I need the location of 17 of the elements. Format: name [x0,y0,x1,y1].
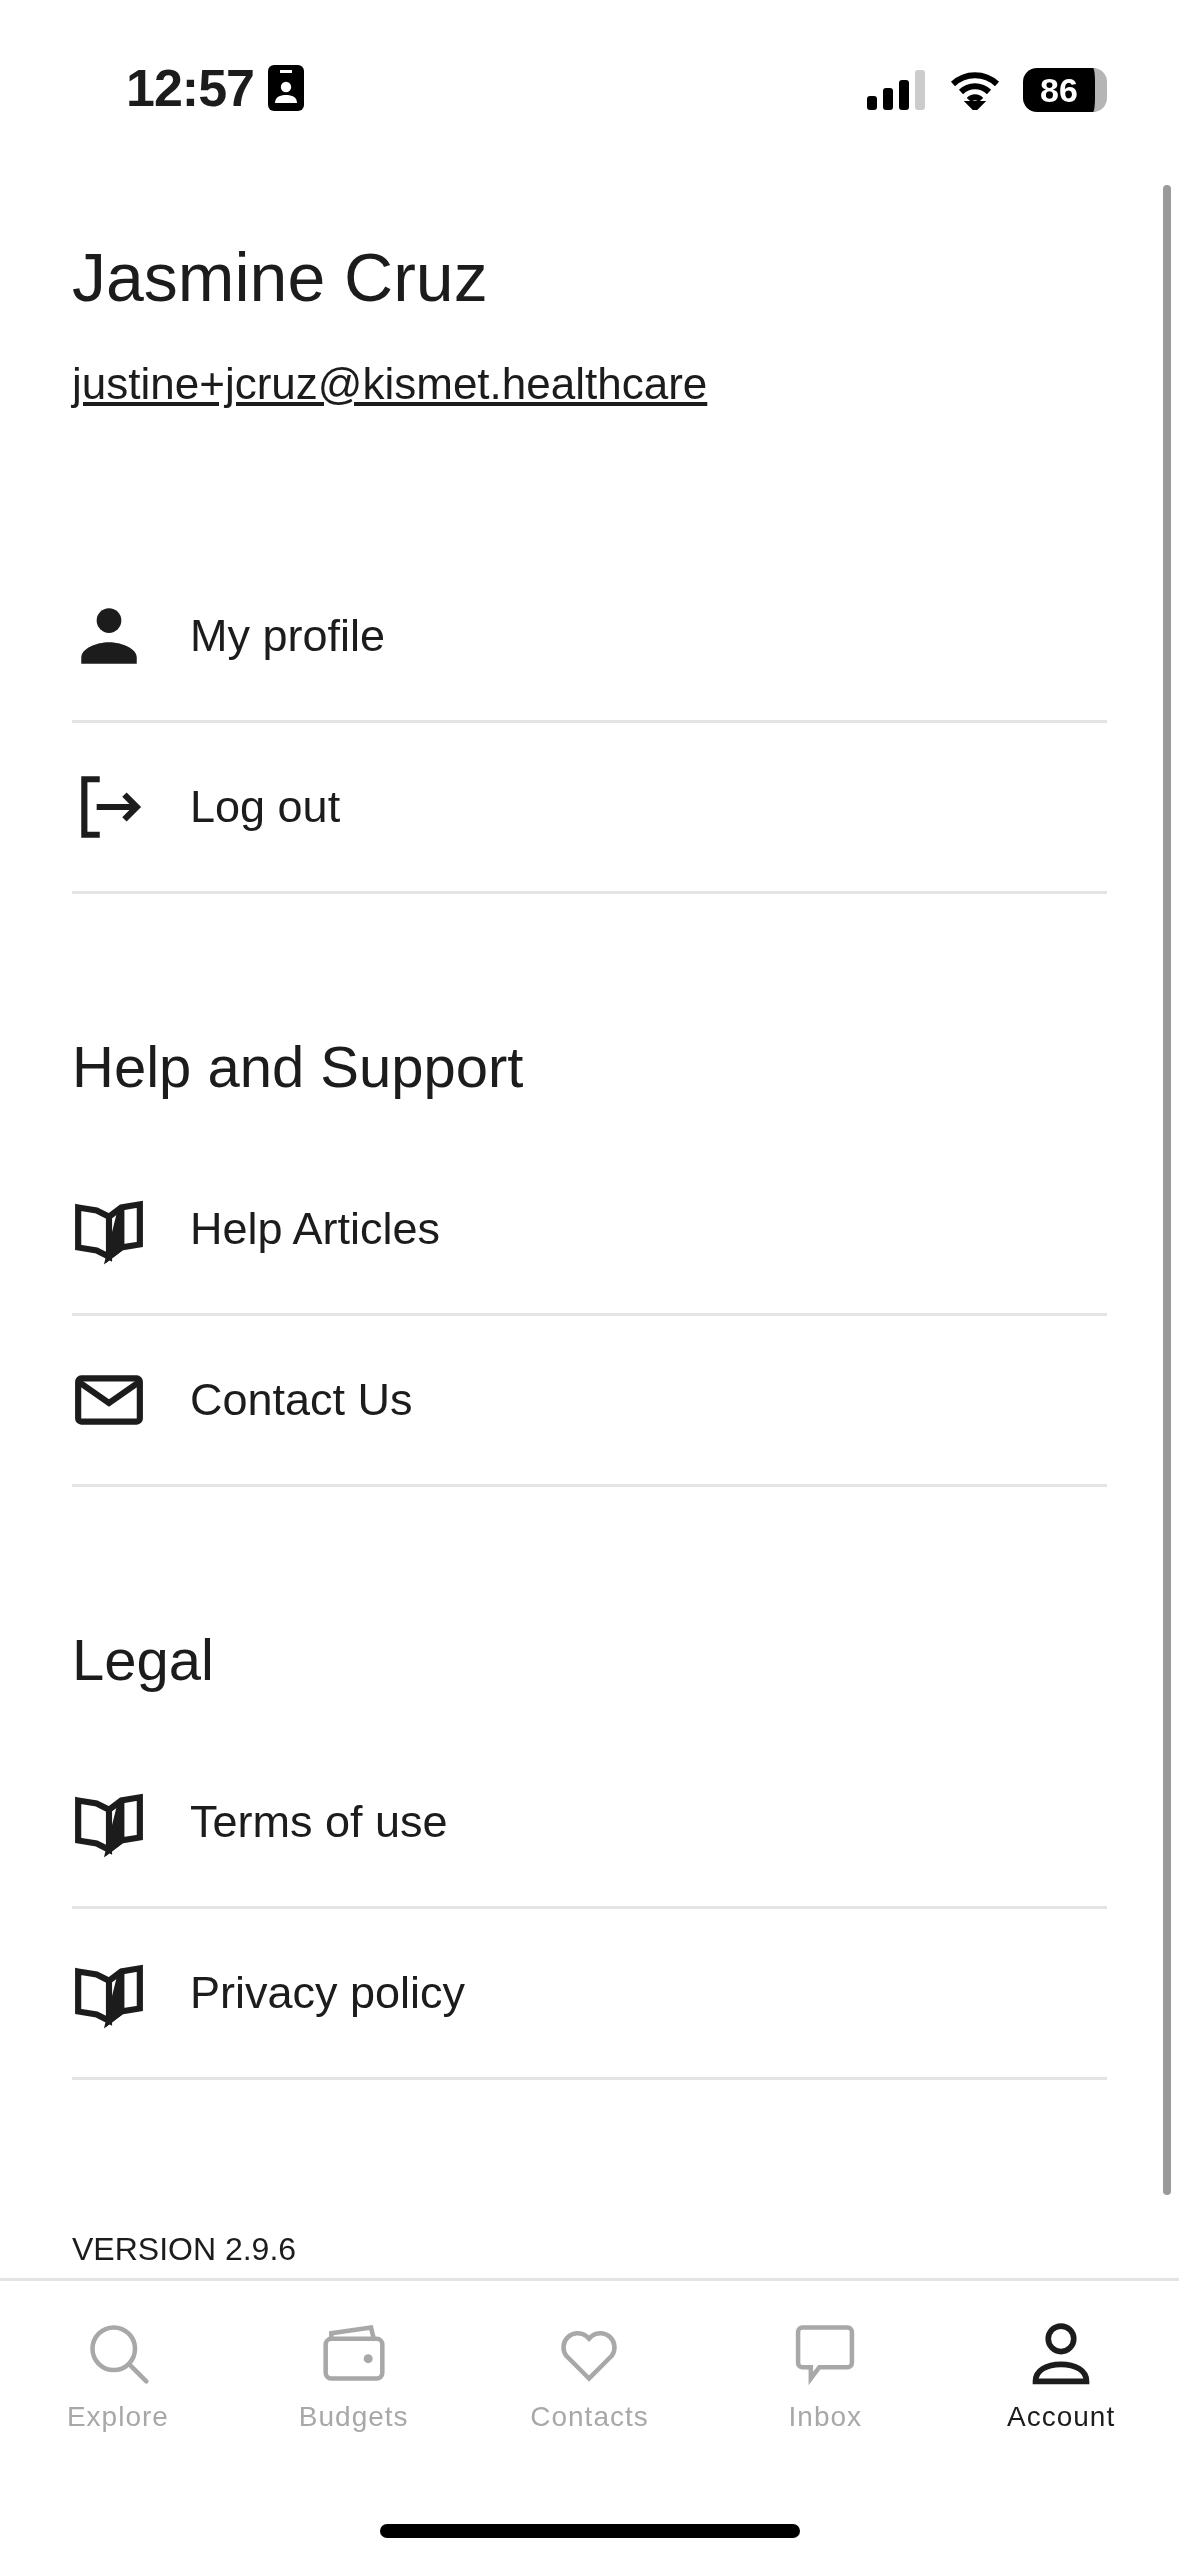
menu-item[interactable]: Contact Us [72,1316,1107,1487]
contact-card-icon [268,65,304,111]
menu-item[interactable]: My profile [72,552,1107,723]
menu-item[interactable]: Terms of use [72,1738,1107,1909]
signal-icon [867,70,927,110]
section-heading: Help and Support [72,1033,525,1101]
section-heading: Legal [72,1626,215,1694]
tab[interactable]: Account [943,2281,1179,2469]
battery-indicator: 86 [1023,68,1107,112]
wifi-icon [949,70,1001,110]
status-time: 12:57 [126,58,254,118]
menu-item[interactable]: Privacy policy [72,1909,1107,2080]
menu-item[interactable]: Help Articles [72,1145,1107,1316]
version-label: VERSION 2.9.6 [72,2231,298,2268]
user-name: Jasmine Cruz [72,242,489,312]
email-link[interactable]: justine+jcruz@kismet.healthcare [72,359,708,409]
menu-item[interactable]: Log out [72,723,1107,894]
